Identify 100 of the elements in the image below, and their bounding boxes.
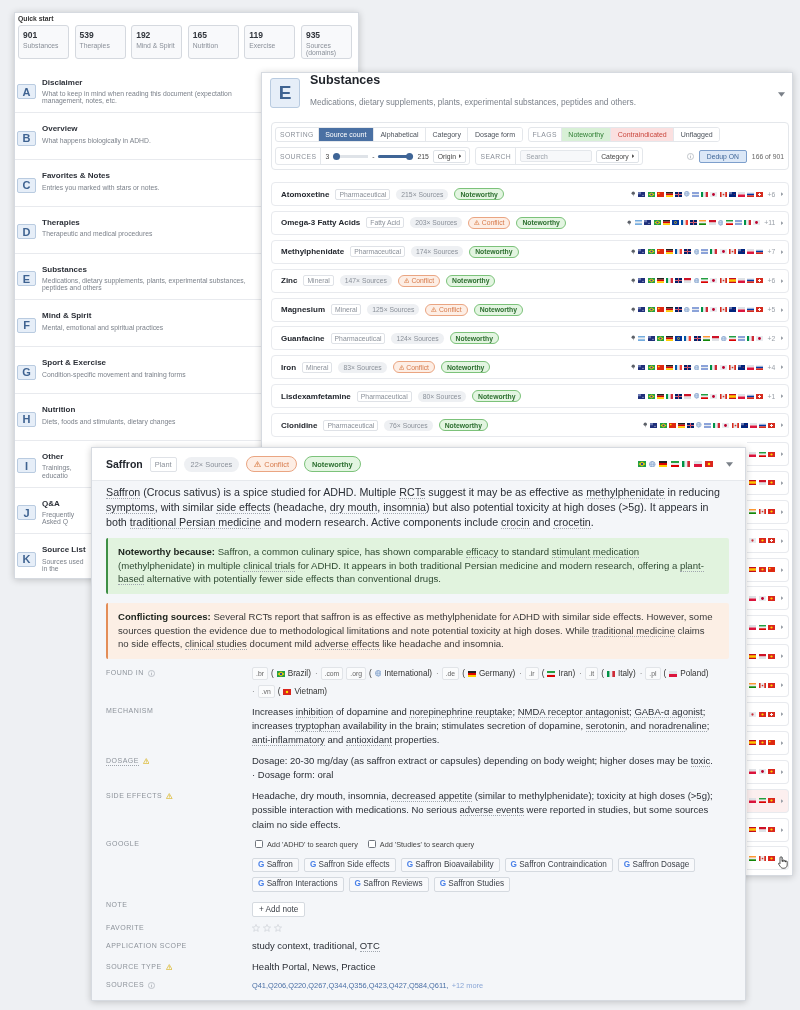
flag-icon — [670, 461, 679, 467]
expand-caret-icon[interactable] — [780, 769, 783, 774]
expand-caret-icon[interactable] — [780, 452, 783, 456]
substance-row[interactable] — [747, 528, 789, 553]
flag-icon — [283, 688, 292, 695]
flag-icon — [606, 670, 615, 677]
expand-caret-icon[interactable] — [780, 654, 783, 659]
google-search-button[interactable]: G Saffron — [252, 857, 299, 873]
section-title[interactable]: Other — [42, 451, 64, 461]
expand-caret-icon[interactable] — [780, 220, 783, 225]
expand-caret-icon[interactable] — [780, 278, 783, 283]
slider-thumb[interactable] — [406, 152, 414, 160]
substance-row[interactable] — [747, 702, 789, 727]
section-title[interactable]: Substances — [42, 264, 87, 274]
section-title[interactable]: Therapies — [42, 217, 80, 227]
expand-caret-icon[interactable] — [780, 740, 783, 745]
substance-row[interactable] — [747, 788, 789, 813]
substance-row[interactable] — [747, 442, 789, 466]
star-icon[interactable] — [263, 924, 271, 933]
expand-caret-icon[interactable] — [780, 827, 783, 832]
expand-caret-icon[interactable] — [780, 192, 783, 196]
flag-icon — [768, 451, 775, 457]
google-search-button[interactable]: G Saffron Contraindication — [504, 857, 613, 873]
section-title[interactable]: Mind & Spirit — [42, 311, 92, 321]
expand-caret-icon[interactable] — [780, 249, 783, 254]
expand-caret-icon[interactable] — [780, 365, 783, 370]
expand-caret-icon[interactable] — [780, 336, 783, 341]
star-rating[interactable] — [252, 923, 282, 933]
country-name: International) — [384, 669, 433, 678]
substance-row[interactable] — [747, 759, 789, 784]
substance-row[interactable] — [747, 673, 789, 698]
google-search-button[interactable]: G Saffron Reviews — [348, 877, 429, 892]
collapse-caret-icon[interactable] — [778, 92, 785, 97]
section-title[interactable]: Overview — [42, 124, 78, 134]
substance-row[interactable] — [747, 644, 789, 669]
expand-caret-icon[interactable] — [780, 596, 783, 601]
substance-row[interactable] — [747, 730, 789, 755]
expand-caret-icon[interactable] — [780, 394, 783, 399]
flag-icon — [749, 769, 756, 775]
noteworthy-callout: Noteworthy because: Saffron, a common culinary spice, has shown comparable efficacy to standard stimulant medication (methylphenidate) in multiple clinical trials for ADHD. It appears in both traditional Persian medicine and modern research, offering a plant-based alternative with potentially fewer side effects than conventional drugs. — [106, 537, 729, 594]
section-title[interactable]: Q&A — [42, 498, 60, 508]
flag-icon — [758, 567, 766, 573]
google-search-button[interactable]: G Saffron Interactions — [252, 877, 344, 892]
info-icon[interactable] — [148, 982, 156, 990]
expand-caret-icon[interactable] — [780, 683, 783, 688]
substance-row[interactable] — [747, 470, 789, 495]
flag-icon — [749, 451, 756, 457]
flag-icon — [666, 393, 673, 399]
section-title[interactable]: Source List — [42, 545, 86, 555]
flag-icon — [768, 740, 775, 746]
stat-value: 165 — [192, 30, 208, 40]
expand-caret-icon[interactable] — [780, 307, 783, 312]
field-value: Dosage: 20-30 mg/day (as saffron extract or capsules) depending on body weight; higher doses may be toxic. · Dosage form: oral — [252, 753, 714, 783]
expand-caret-icon[interactable] — [780, 423, 783, 428]
section-title[interactable]: Sport & Exercise — [42, 358, 107, 368]
flag-icon — [749, 480, 756, 486]
separator-dot: · — [639, 669, 643, 678]
flag-icon — [768, 567, 775, 573]
section-letter-tile: D — [17, 224, 36, 240]
google-search-button[interactable]: G Saffron Side effects — [303, 857, 396, 873]
flag-icon — [768, 538, 775, 544]
google-search-button[interactable]: G Saffron Dosage — [617, 857, 696, 873]
google-search-button[interactable]: G Saffron Studies — [433, 877, 511, 892]
flag-icon — [768, 827, 775, 833]
section-title[interactable]: Favorites & Notes — [42, 171, 111, 181]
expand-caret-icon[interactable] — [780, 567, 783, 572]
substance-row[interactable] — [747, 846, 789, 871]
parenthesis: ( — [541, 669, 545, 678]
warning-icon — [398, 364, 405, 370]
flag-icon — [749, 682, 756, 688]
expand-caret-icon[interactable] — [780, 509, 783, 514]
checkbox[interactable] — [367, 840, 376, 849]
country-name: Italy) — [617, 669, 636, 678]
substance-row[interactable] — [747, 586, 789, 611]
add-note-button[interactable]: + Add note — [252, 902, 306, 918]
collapse-caret-icon[interactable] — [726, 461, 733, 467]
expand-caret-icon[interactable] — [780, 538, 783, 543]
summary-text: Saffron (Crocus sativus) is a spice studied for ADHD. Multiple RCTs suggest it may be as effective as methylphenidate in reducing symptoms, with similar side effects (headache, dry mouth, insomnia) but also potential toxicity at high doses (>5g). It appears in both traditional Persian medicine and modern research. Active components include crocin and crocetin. — [106, 485, 721, 530]
checkbox[interactable] — [255, 840, 263, 849]
expand-caret-icon[interactable] — [780, 625, 783, 630]
info-icon[interactable] — [147, 670, 155, 677]
range-slider[interactable] — [333, 152, 369, 160]
expand-caret-icon[interactable] — [780, 480, 783, 485]
google-search-button[interactable]: G Saffron Bioavailability — [400, 857, 500, 873]
section-title[interactable]: Disclaimer — [42, 77, 83, 87]
flag-icon — [758, 538, 766, 544]
star-icon[interactable] — [252, 924, 260, 933]
flag-icon — [675, 191, 683, 197]
substance-row[interactable] — [747, 557, 789, 582]
section-title[interactable]: Nutrition — [42, 405, 76, 415]
info-icon[interactable] — [686, 152, 694, 160]
substance-row[interactable] — [747, 817, 789, 842]
expand-caret-icon[interactable] — [780, 712, 783, 717]
star-icon[interactable] — [274, 924, 282, 933]
slider-thumb[interactable] — [333, 152, 341, 160]
substance-row[interactable] — [747, 499, 789, 524]
substance-row[interactable] — [747, 615, 789, 640]
hand-cursor-icon — [778, 856, 788, 869]
flag-icon — [738, 249, 745, 255]
flag-icon — [637, 461, 646, 467]
